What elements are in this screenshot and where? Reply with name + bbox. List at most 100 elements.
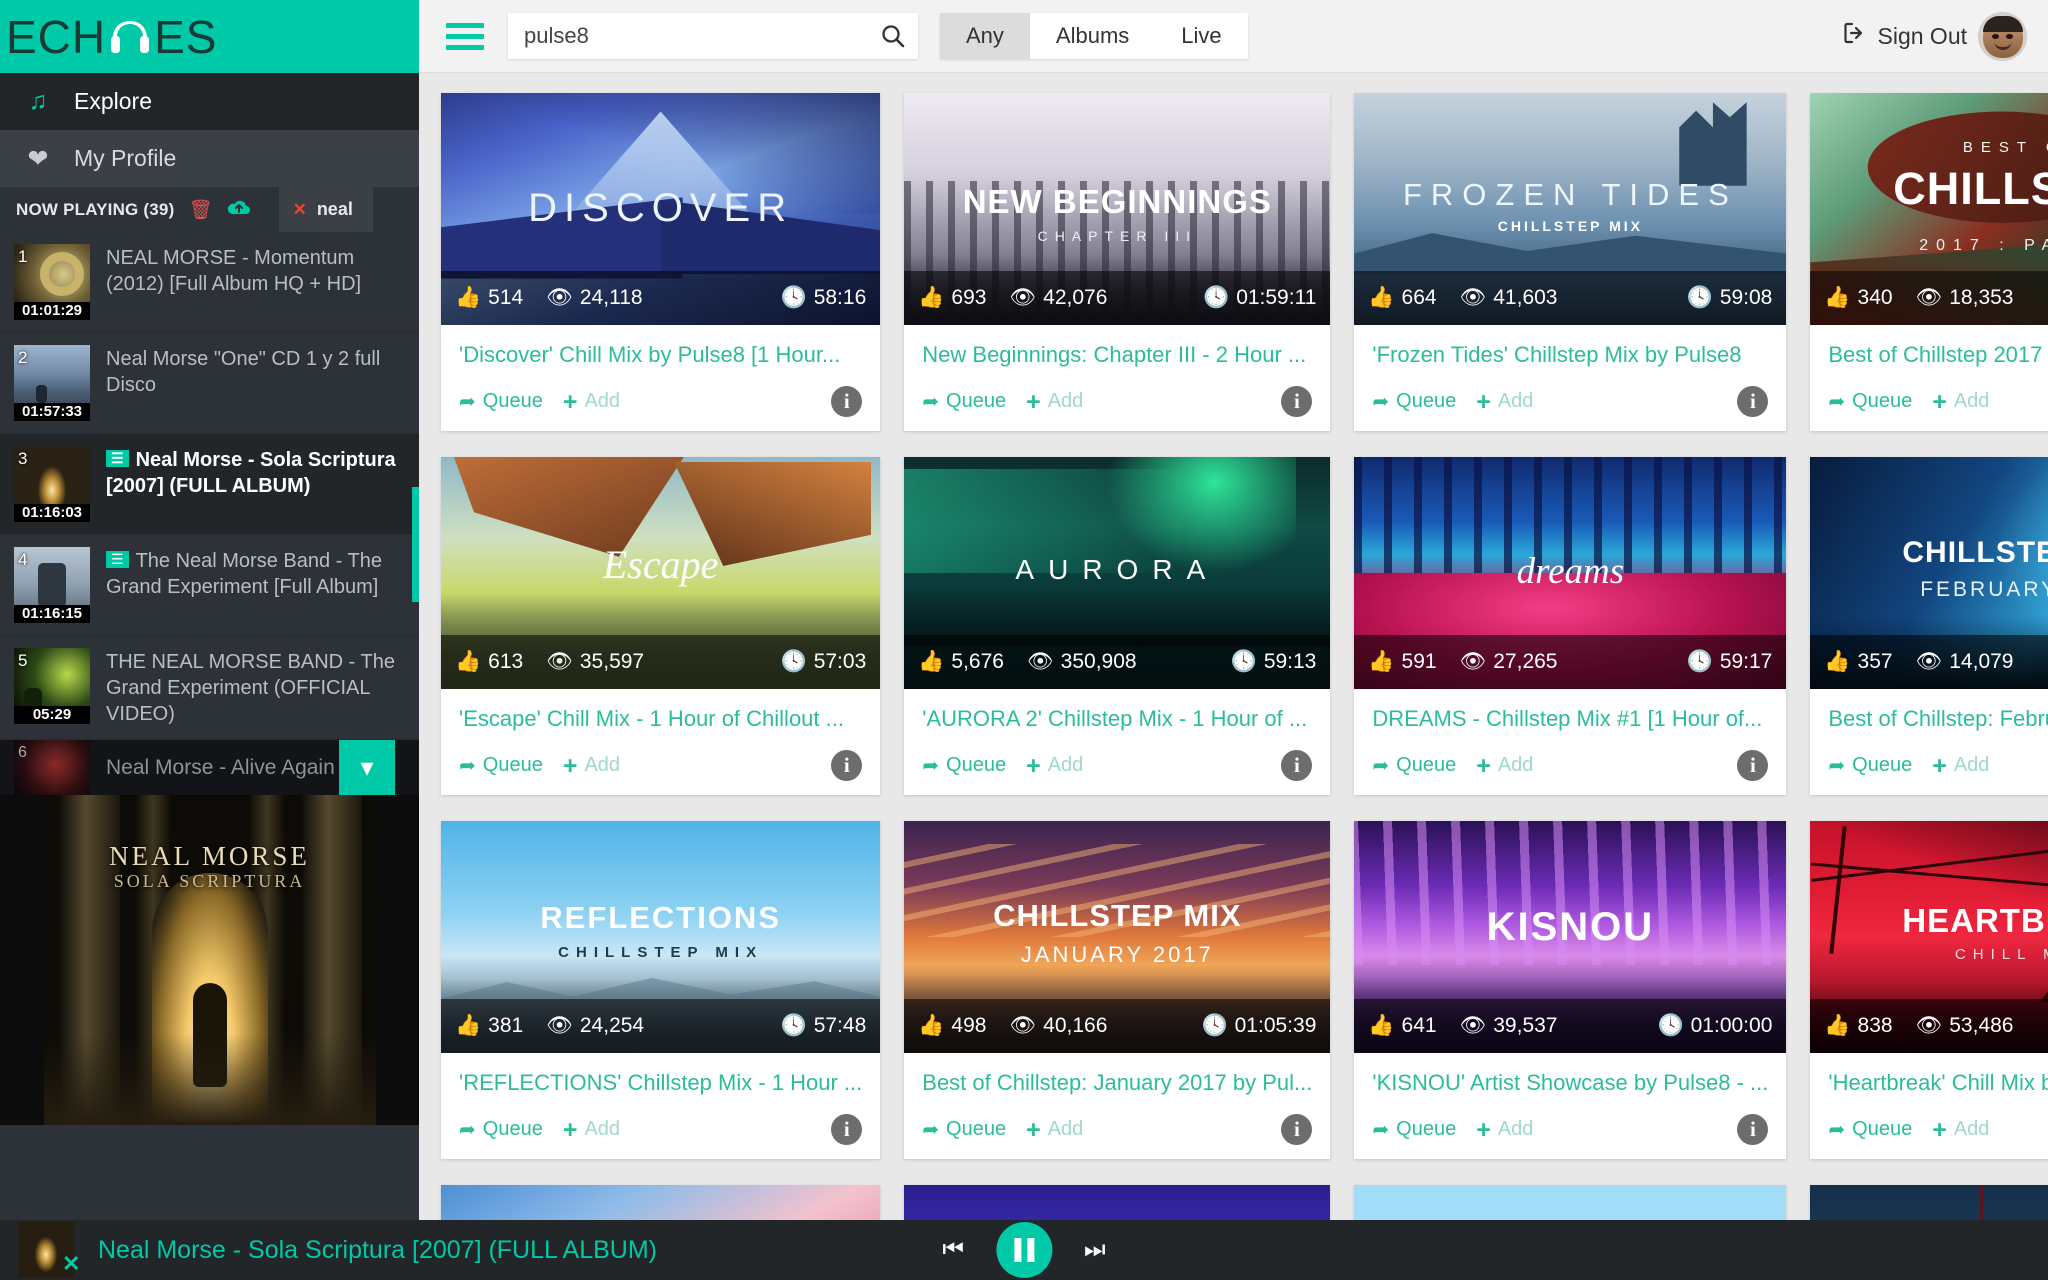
video-card[interactable]: Escape 👍 613 👁 35,597 🕓 57:03 'Escape' Chil… (441, 457, 881, 795)
sidebar-item-my-profile[interactable]: ❤ My Profile (0, 130, 419, 187)
clock-icon: 🕓 (780, 650, 807, 673)
close-icon[interactable]: ✕ (293, 200, 307, 220)
trash-icon[interactable]: 🗑 (188, 198, 212, 222)
card-thumbnail[interactable]: FROZEN TIDES CHILLSTEP MIX 👍 664 👁 41,603 … (1354, 93, 1787, 325)
sidebar-scrollbar[interactable] (412, 487, 419, 602)
sidebar-item-explore[interactable]: ♫ Explore (0, 73, 419, 130)
card-title-link[interactable]: Best of Chillstep: February 2017 (1828, 706, 2048, 732)
card-title-link[interactable]: Best of Chillstep: January 2017 by Pul..… (922, 1070, 1312, 1096)
queue-button[interactable]: ➦ Queue (922, 389, 1006, 414)
card-thumbnail[interactable]: BEST OF CHILLSTEP 2017 : PART 2 👍340 👁18… (1810, 93, 2048, 325)
chevron-down-icon[interactable]: ▾ (339, 740, 395, 795)
queue-button[interactable]: ➦ Queue (1372, 753, 1456, 778)
queue-button[interactable]: ➦ Queue (1372, 389, 1456, 414)
video-card[interactable]: NEW BEGINNINGS CHAPTER III 👍 693 👁 42,076 … (904, 93, 1331, 431)
add-button[interactable]: + Add (1476, 1117, 1533, 1142)
add-button[interactable]: + Add (1026, 1117, 1083, 1142)
add-button[interactable]: + Add (1026, 753, 1083, 778)
brand-logo[interactable]: ECH ES (0, 0, 419, 73)
pause-button[interactable] (996, 1222, 1052, 1278)
add-button[interactable]: + Add (1026, 389, 1083, 414)
list-item[interactable]: 4 01:16:15 ☰ The Neal Morse Band - The Gr… (0, 535, 419, 636)
video-card[interactable]: dreams 👍 591 👁 27,265 🕓 59:17 DREAMS - Chil… (1354, 457, 1787, 795)
card-title-link[interactable]: 'AURORA 2' Chillstep Mix - 1 Hour of ... (922, 706, 1312, 732)
card-thumbnail[interactable]: NEW BEGINNINGS CHAPTER III 👍 693 👁 42,076 … (904, 93, 1331, 325)
queue-button[interactable]: ➦ Queue (459, 753, 543, 778)
add-button[interactable]: + Add (563, 753, 620, 778)
video-card[interactable]: REFLECTIONS CHILLSTEP MIX 👍 381 👁 24,254 🕓… (441, 821, 881, 1159)
add-button[interactable]: + Add (1932, 753, 1989, 778)
card-thumbnail[interactable]: KISNOU 👍 641 👁 39,537 🕓 01:00:00 (1354, 821, 1787, 1053)
list-item-collapsed[interactable]: 6 Neal Morse - Alive Again ▾ (0, 740, 419, 795)
queue-button[interactable]: ➦ Queue (459, 1117, 543, 1142)
queue-button[interactable]: ➦ Queue (459, 389, 543, 414)
card-title-link[interactable]: 'Escape' Chill Mix - 1 Hour of Chillout … (459, 706, 862, 732)
info-icon[interactable]: i (831, 750, 863, 781)
next-icon[interactable]: ⏭ (1084, 1236, 1106, 1264)
card-thumbnail[interactable]: DISCOVER 👍 514 👁 24,118 🕓 58:16 (441, 93, 881, 325)
info-icon[interactable]: i (1281, 386, 1313, 417)
card-thumbnail[interactable]: AURORA 👍 5,676 👁 350,908 🕓 59:13 (904, 457, 1331, 689)
search-button[interactable] (880, 13, 906, 59)
sign-out-button[interactable]: Sign Out (1843, 22, 1967, 50)
video-card[interactable]: AURORA 👍 5,676 👁 350,908 🕓 59:13 'AURORA 2'… (904, 457, 1331, 795)
hamburger-icon[interactable] (446, 22, 494, 50)
video-card[interactable]: HEARTBREAK CHILL MIX 👍838 👁53,486 🕓01:01… (1810, 821, 2048, 1159)
share-arrow-icon: ➦ (922, 755, 940, 777)
info-icon[interactable]: i (1737, 1114, 1769, 1145)
queue-button[interactable]: ➦ Queue (922, 753, 1006, 778)
card-title-link[interactable]: 'KISNOU' Artist Showcase by Pulse8 - ... (1372, 1070, 1768, 1096)
tab-any[interactable]: Any (940, 13, 1030, 59)
avatar[interactable] (1979, 12, 2026, 60)
add-button[interactable]: + Add (563, 389, 620, 414)
card-thumbnail[interactable]: CHILLSTEP MIX JANUARY 2017 👍 498 👁 40,166 … (904, 821, 1331, 1053)
plus-icon: + (1932, 387, 1947, 416)
tab-live[interactable]: Live (1155, 13, 1248, 59)
video-card[interactable]: DISCOVER 👍 514 👁 24,118 🕓 58:16 'Discove… (441, 93, 881, 431)
video-card[interactable]: FROZEN TIDES CHILLSTEP MIX 👍 664 👁 41,603 … (1354, 93, 1787, 431)
card-thumbnail[interactable]: REFLECTIONS CHILLSTEP MIX 👍 381 👁 24,254 🕓… (441, 821, 881, 1053)
card-title-link[interactable]: New Beginnings: Chapter III - 2 Hour ... (922, 342, 1312, 368)
add-button[interactable]: + Add (1932, 1117, 1989, 1142)
info-icon[interactable]: i (831, 1114, 863, 1145)
card-title-link[interactable]: 'REFLECTIONS' Chillstep Mix - 1 Hour ... (459, 1070, 862, 1096)
add-button[interactable]: + Add (1932, 387, 1989, 416)
filter-tag-neal[interactable]: ✕ neal (278, 187, 373, 232)
card-thumbnail[interactable]: CHILLSTEP MIX FEBRUARY 2016 👍357 👁14,079… (1810, 457, 2048, 689)
card-thumbnail[interactable]: dreams 👍 591 👁 27,265 🕓 59:17 (1354, 457, 1787, 689)
info-icon[interactable]: i (1281, 1114, 1313, 1145)
video-card[interactable]: CHILLSTEP MIX JANUARY 2017 👍 498 👁 40,166 … (904, 821, 1331, 1159)
tab-albums[interactable]: Albums (1029, 13, 1156, 59)
video-card[interactable]: BEST OF CHILLSTEP 2017 : PART 2 👍340 👁18… (1810, 93, 2048, 431)
close-icon[interactable]: ✕ (62, 1251, 80, 1277)
info-icon[interactable]: i (1737, 386, 1769, 417)
queue-button[interactable]: ➦ Queue (1372, 1117, 1456, 1142)
add-button[interactable]: + Add (1476, 753, 1533, 778)
card-title-link[interactable]: Best of Chillstep 2017 - Part 2 by Puls.… (1828, 342, 2048, 368)
headphones-icon (108, 17, 152, 57)
list-item[interactable]: 1 01:01:29 NEAL MORSE - Momentum (2012) … (0, 232, 419, 333)
video-card[interactable]: KISNOU 👍 641 👁 39,537 🕓 01:00:00 'KISNOU' A… (1354, 821, 1787, 1159)
list-item[interactable]: 5 05:29 THE NEAL MORSE BAND - The Grand … (0, 636, 419, 740)
card-title-link[interactable]: 'Discover' Chill Mix by Pulse8 [1 Hour..… (459, 342, 862, 368)
video-card[interactable]: CHILLSTEP MIX FEBRUARY 2016 👍357 👁14,079… (1810, 457, 2048, 795)
list-item[interactable]: 3 01:16:03 ☰ Neal Morse - Sola Scriptura … (0, 434, 419, 535)
info-icon[interactable]: i (1737, 750, 1769, 781)
queue-button[interactable]: ➦ Queue (922, 1117, 1006, 1142)
card-title-link[interactable]: 'Frozen Tides' Chillstep Mix by Pulse8 (1372, 342, 1768, 368)
info-icon[interactable]: i (1281, 750, 1313, 781)
info-icon[interactable]: i (831, 386, 863, 417)
card-thumbnail[interactable]: HEARTBREAK CHILL MIX 👍838 👁53,486 🕓01:01… (1810, 821, 2048, 1053)
card-title-link[interactable]: DREAMS - Chillstep Mix #1 [1 Hour of... (1372, 706, 1768, 732)
search-input[interactable] (508, 13, 918, 59)
card-title-link[interactable]: 'Heartbreak' Chill Mix by Pulse8 (1828, 1070, 2048, 1096)
card-thumbnail[interactable]: Escape 👍 613 👁 35,597 🕓 57:03 (441, 457, 881, 689)
previous-icon[interactable]: ⏮ (942, 1236, 964, 1264)
cloud-upload-icon[interactable] (227, 198, 251, 222)
queue-button[interactable]: ➦ Queue (1828, 389, 1912, 414)
add-button[interactable]: + Add (1476, 389, 1533, 414)
list-item[interactable]: 2 01:57:33 Neal Morse "One" CD 1 y 2 ful… (0, 333, 419, 434)
queue-button[interactable]: ➦ Queue (1828, 1117, 1912, 1142)
add-button[interactable]: + Add (563, 1117, 620, 1142)
queue-button[interactable]: ➦ Queue (1828, 753, 1912, 778)
